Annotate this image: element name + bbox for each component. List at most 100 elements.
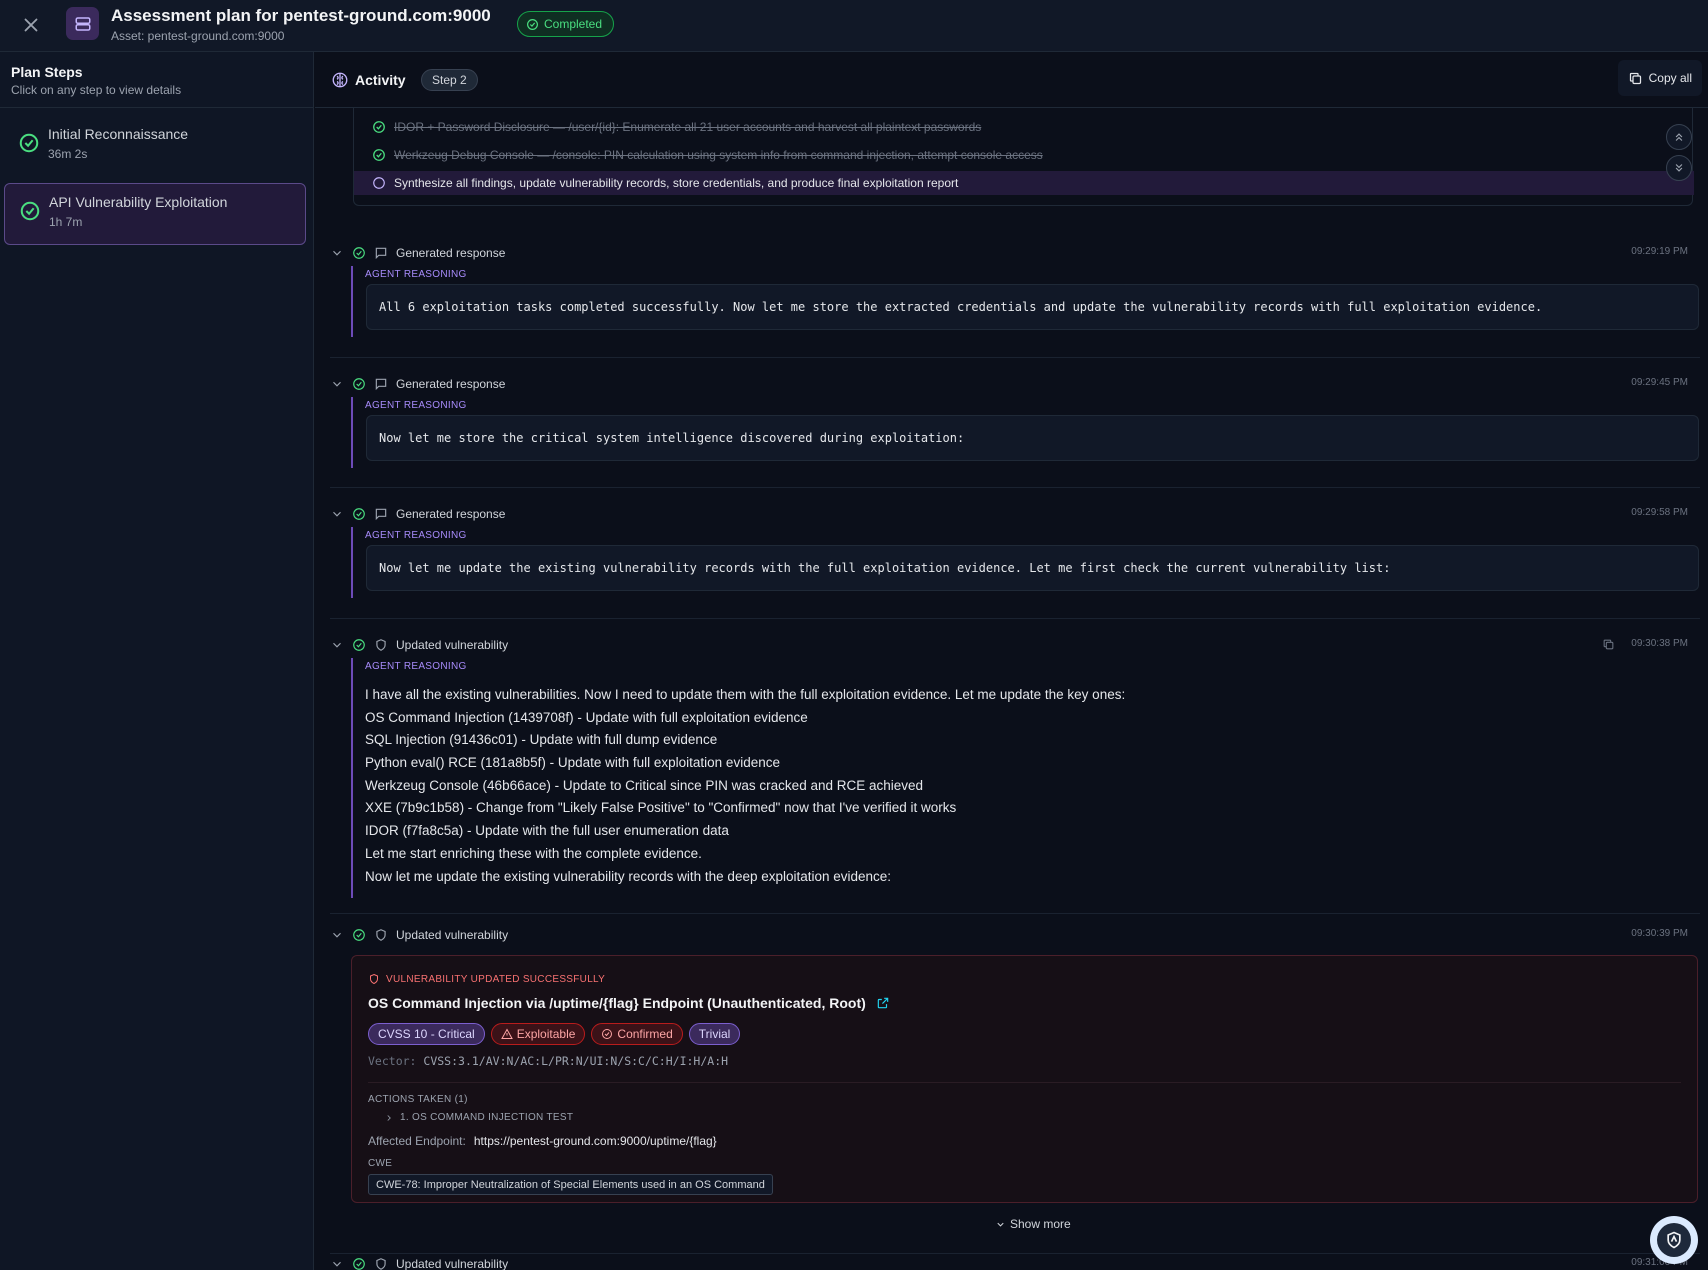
reasoning-line: IDOR (f7fa8c5a) - Update with the full u… bbox=[365, 823, 729, 839]
entry-label: Updated vulnerability bbox=[396, 1257, 509, 1270]
check-circle-icon bbox=[353, 639, 365, 651]
plan-steps-sidebar: Plan Steps Click on any step to view det… bbox=[0, 52, 314, 1270]
plan-step-api-vulnerability-exploitation[interactable]: API Vulnerability Exploitation 1h 7m bbox=[4, 183, 306, 245]
cwe-value: CWE-78: Improper Neutralization of Speci… bbox=[368, 1174, 773, 1195]
entry-header[interactable]: Updated vulnerability bbox=[330, 924, 508, 946]
agent-reasoning: AGENT REASONING Now let me store the cri… bbox=[351, 397, 1699, 468]
vulnerability-card: VULNERABILITY UPDATED SUCCESSFULLY OS Co… bbox=[351, 955, 1698, 1203]
activity-entry: Updated vulnerability 09:30:38 PM AGENT … bbox=[330, 634, 1700, 914]
task-checklist: IDOR + Password Disclosure — /user/{id}:… bbox=[353, 108, 1694, 206]
task-text: Werkzeug Debug Console — /console: PIN c… bbox=[394, 148, 1043, 162]
task-item-current: Synthesize all findings, update vulnerab… bbox=[354, 171, 1694, 195]
exploitable-badge: Exploitable bbox=[490, 1023, 586, 1045]
agent-reasoning: AGENT REASONING I have all the existing … bbox=[351, 658, 1125, 898]
entry-header[interactable]: Generated response bbox=[330, 373, 505, 395]
chevron-down-icon[interactable] bbox=[330, 638, 344, 652]
shield-icon bbox=[376, 929, 386, 941]
message-icon bbox=[375, 508, 387, 521]
reasoning-label: AGENT REASONING bbox=[365, 530, 467, 541]
chevron-down-icon[interactable] bbox=[330, 928, 344, 942]
activity-toolbar: Activity Step 2 Copy all bbox=[315, 52, 1708, 108]
scroll-top-button[interactable] bbox=[1666, 124, 1692, 150]
entry-timestamp: 09:29:19 PM bbox=[1631, 246, 1688, 257]
show-more-button[interactable]: Show more bbox=[995, 1217, 1071, 1231]
asset-subtitle: Asset: pentest-ground.com:9000 bbox=[111, 29, 285, 43]
effort-badge: Trivial bbox=[688, 1023, 741, 1045]
reasoning-text: Now let me update the existing vulnerabi… bbox=[366, 545, 1699, 591]
entry-label: Generated response bbox=[396, 507, 506, 521]
vuln-updated-banner: VULNERABILITY UPDATED SUCCESSFULLY bbox=[368, 973, 605, 985]
step-badge: Step 2 bbox=[421, 69, 478, 91]
message-icon bbox=[375, 378, 387, 391]
sidebar-title: Plan Steps bbox=[11, 64, 83, 80]
copy-icon[interactable] bbox=[1602, 638, 1616, 652]
entry-label: Updated vulnerability bbox=[396, 928, 509, 942]
check-circle-icon bbox=[373, 149, 385, 161]
check-circle-icon bbox=[527, 18, 538, 30]
shield-alert-icon bbox=[370, 973, 378, 985]
entry-header[interactable]: Updated vulnerability bbox=[330, 1253, 508, 1270]
activity-entry: Updated vulnerability 09:30:39 PM VULNER… bbox=[330, 924, 1700, 1254]
reasoning-line: XXE (7b9c1b58) - Change from "Likely Fal… bbox=[365, 800, 957, 816]
confirmed-label: Confirmed bbox=[617, 1027, 673, 1041]
vuln-badges: CVSS 10 - Critical Exploitable Confirmed… bbox=[368, 1023, 741, 1045]
close-icon[interactable] bbox=[20, 14, 42, 36]
action-label: 1. OS COMMAND INJECTION TEST bbox=[400, 1112, 574, 1123]
banner-text: VULNERABILITY UPDATED SUCCESSFULLY bbox=[386, 973, 606, 985]
copy-icon bbox=[1629, 72, 1641, 84]
activity-entry: Generated response 09:29:45 PM AGENT REA… bbox=[330, 373, 1700, 488]
check-circle-icon bbox=[353, 929, 365, 941]
agent-reasoning: AGENT REASONING Now let me update the ex… bbox=[351, 527, 1699, 598]
entry-header[interactable]: Generated response bbox=[330, 242, 505, 264]
message-icon bbox=[375, 247, 387, 260]
reasoning-line: Python eval() RCE (181a8b5f) - Update wi… bbox=[365, 755, 780, 771]
reasoning-label: AGENT REASONING bbox=[365, 400, 467, 411]
entry-timestamp: 09:30:39 PM bbox=[1631, 928, 1688, 939]
action-item[interactable]: 1. OS COMMAND INJECTION TEST bbox=[384, 1112, 573, 1123]
entry-label: Generated response bbox=[396, 377, 506, 391]
reasoning-line: OS Command Injection (1439708f) - Update… bbox=[365, 709, 808, 725]
assistant-button[interactable] bbox=[1650, 1216, 1698, 1264]
chevrons-down-icon bbox=[1675, 164, 1683, 172]
chevron-down-icon[interactable] bbox=[330, 1257, 344, 1270]
vector-label: Vector: bbox=[368, 1054, 417, 1068]
chevron-down-icon bbox=[997, 1222, 1004, 1227]
confirmed-badge: Confirmed bbox=[591, 1023, 683, 1045]
entry-header[interactable]: Updated vulnerability bbox=[330, 634, 508, 656]
check-circle-icon bbox=[602, 1029, 613, 1039]
entry-timestamp: 09:29:58 PM bbox=[1631, 507, 1688, 518]
reasoning-text: All 6 exploitation tasks completed succe… bbox=[366, 284, 1699, 330]
reasoning-lines: I have all the existing vulnerabilities.… bbox=[365, 684, 1125, 888]
scroll-bottom-button[interactable] bbox=[1666, 155, 1692, 181]
step-name: Initial Reconnaissance bbox=[48, 126, 189, 142]
shield-icon bbox=[376, 639, 386, 651]
plan-step-initial-reconnaissance[interactable]: Initial Reconnaissance 36m 2s bbox=[4, 116, 306, 178]
status-badge: Completed bbox=[517, 11, 615, 37]
sidebar-hint: Click on any step to view details bbox=[11, 83, 182, 97]
copy-all-label: Copy all bbox=[1648, 71, 1692, 85]
entry-header[interactable]: Generated response bbox=[330, 503, 505, 525]
cwe-header: CWE bbox=[368, 1158, 393, 1169]
chevron-down-icon[interactable] bbox=[330, 377, 344, 391]
alert-triangle-icon bbox=[500, 1028, 513, 1039]
external-link-icon[interactable] bbox=[876, 996, 890, 1010]
reasoning-line: SQL Injection (91436c01) - Update with f… bbox=[365, 732, 718, 748]
shield-logo-icon bbox=[1657, 1223, 1691, 1257]
cvss-badge: CVSS 10 - Critical bbox=[368, 1023, 485, 1045]
check-circle-icon bbox=[353, 247, 365, 259]
chevron-down-icon[interactable] bbox=[330, 507, 344, 521]
reasoning-label: AGENT REASONING bbox=[365, 269, 467, 280]
brain-icon bbox=[331, 71, 349, 89]
entry-timestamp: 09:30:38 PM bbox=[1631, 638, 1688, 649]
check-circle-icon bbox=[353, 378, 365, 390]
top-header: Assessment plan for pentest-ground.com:9… bbox=[0, 0, 1708, 52]
copy-all-button[interactable]: Copy all bbox=[1617, 60, 1702, 96]
check-circle-icon bbox=[373, 121, 385, 133]
page-title: Assessment plan for pentest-ground.com:9… bbox=[111, 6, 491, 25]
chevron-down-icon[interactable] bbox=[330, 246, 344, 260]
reasoning-line: Werkzeug Console (46b66ace) - Update to … bbox=[365, 777, 924, 793]
entry-label: Generated response bbox=[396, 246, 506, 260]
endpoint-label: Affected Endpoint: bbox=[368, 1134, 466, 1148]
chevrons-up-icon bbox=[1675, 133, 1683, 141]
activity-feed[interactable]: IDOR + Password Disclosure — /user/{id}:… bbox=[315, 108, 1708, 1270]
